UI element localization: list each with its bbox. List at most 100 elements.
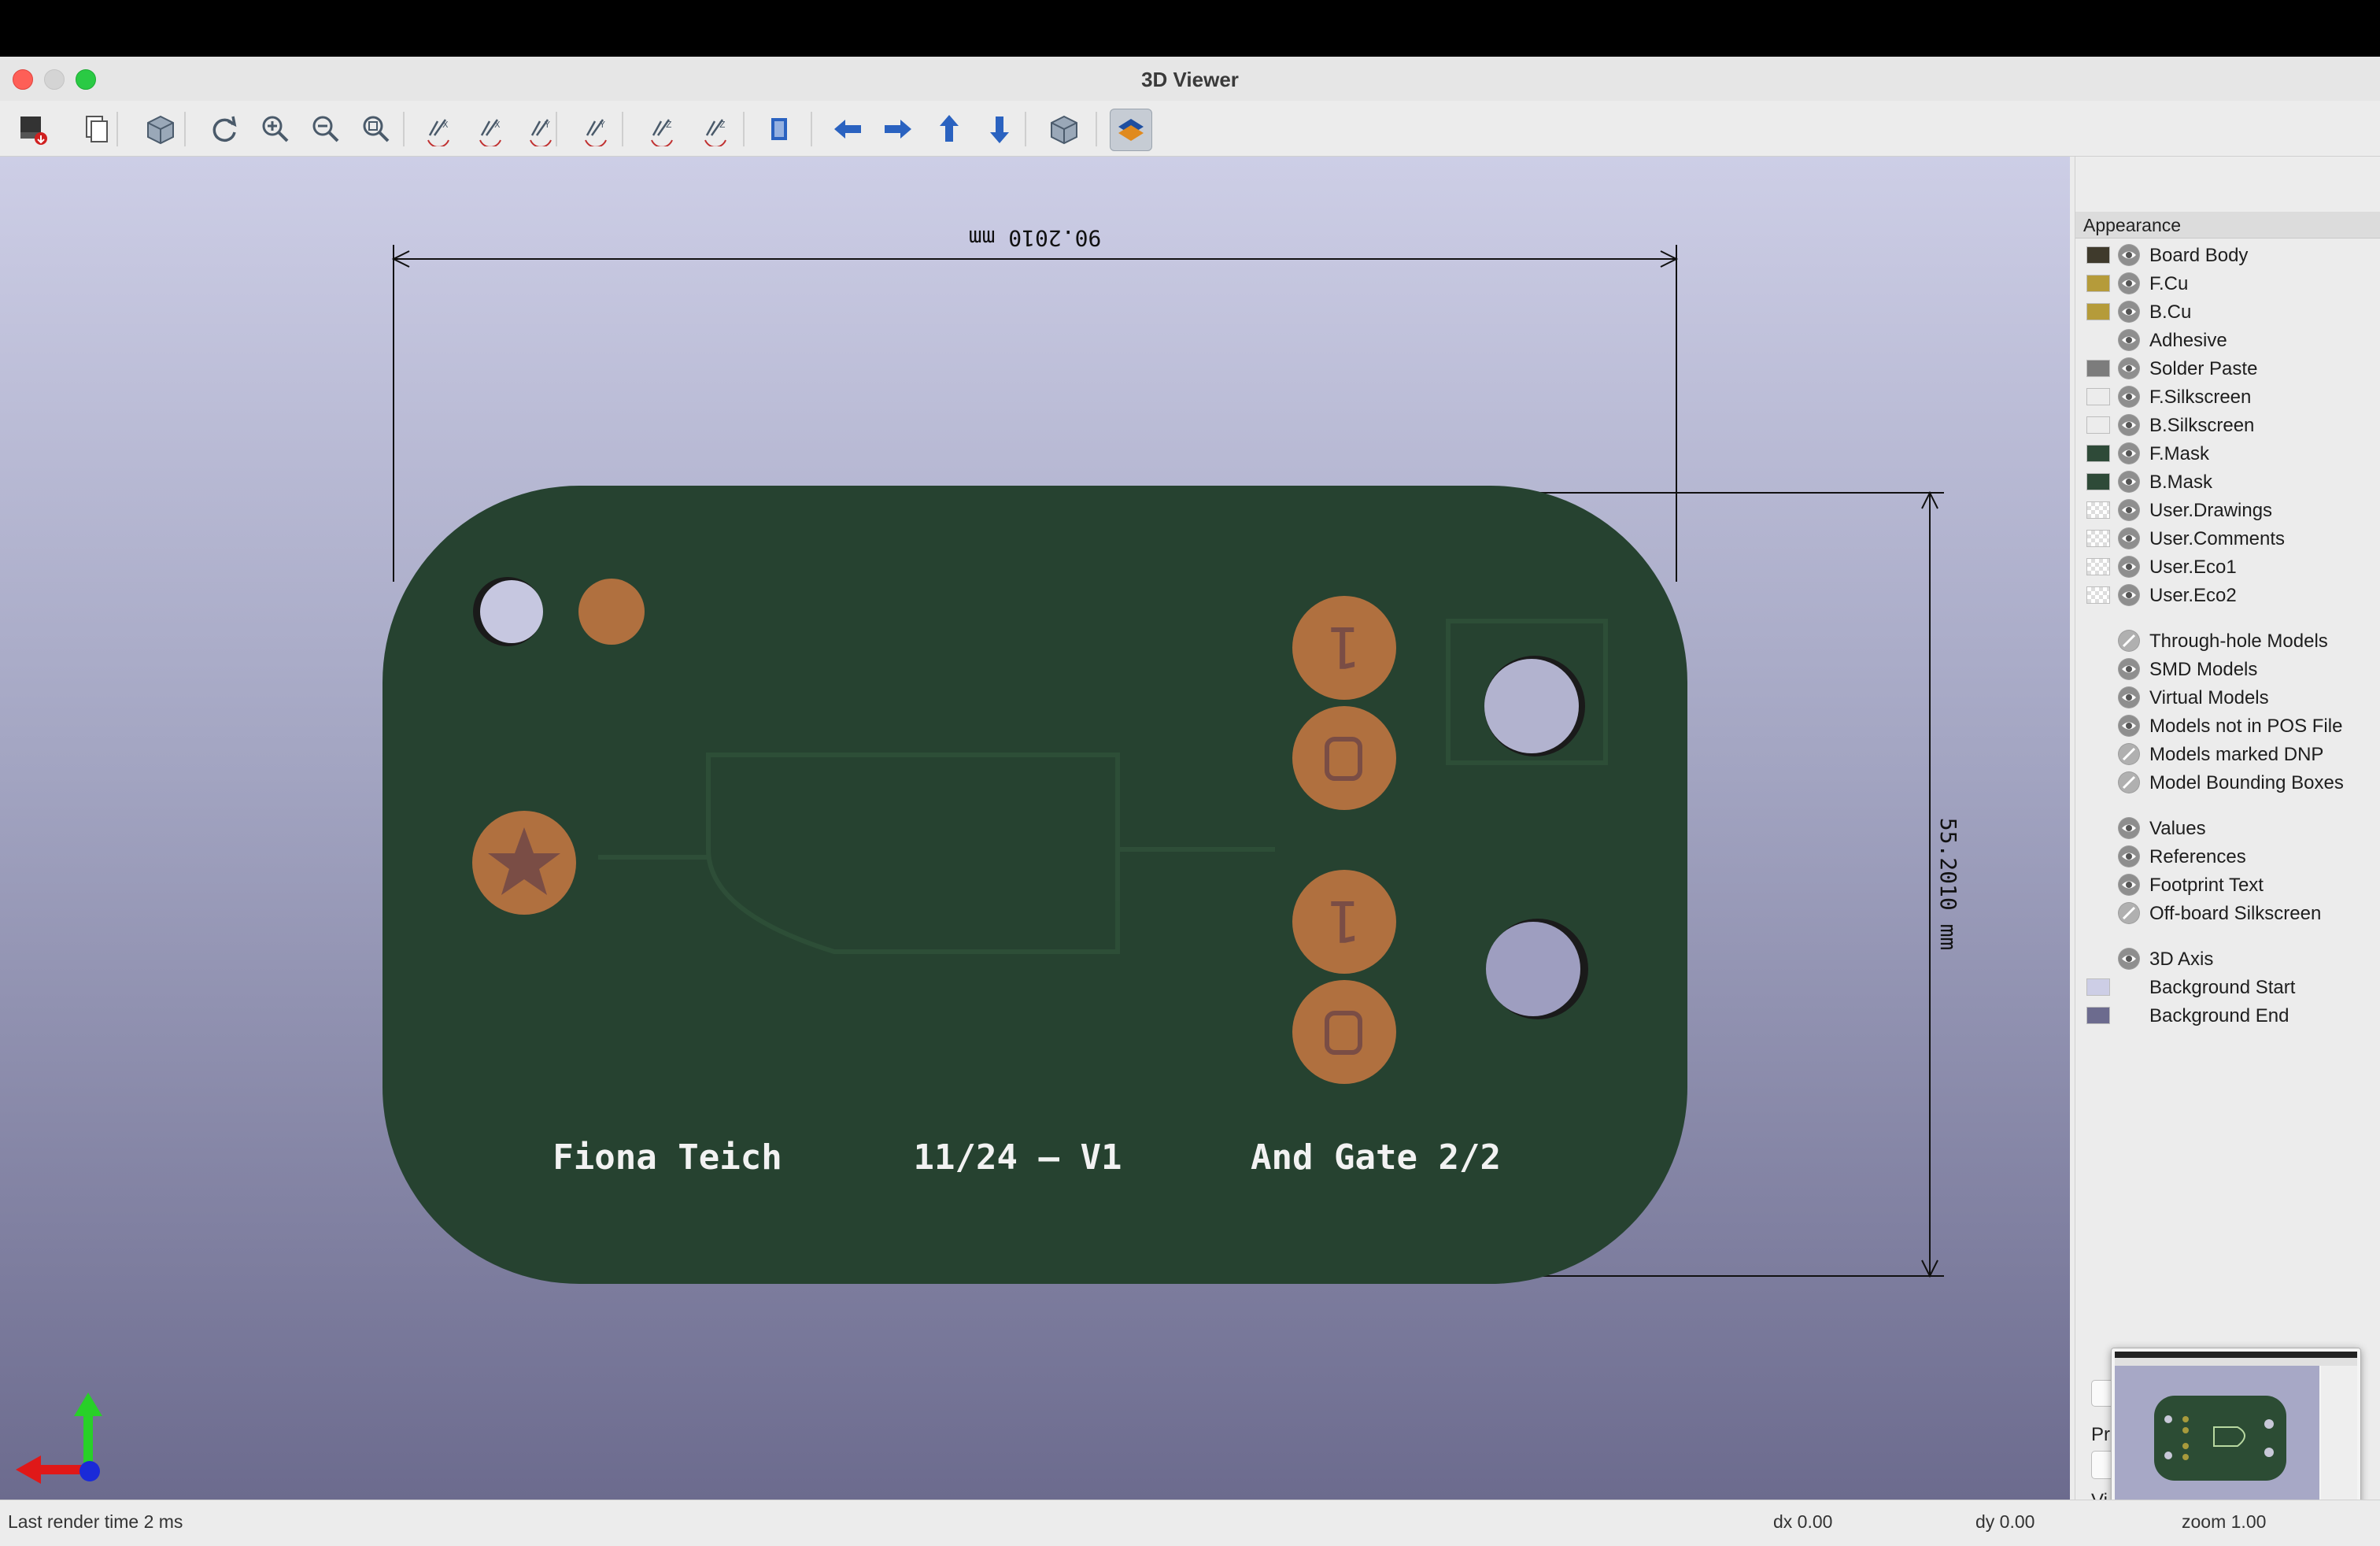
- appearance-row[interactable]: Adhesive: [2086, 327, 2378, 353]
- move-right-button[interactable]: [877, 109, 918, 150]
- view3d-button[interactable]: [140, 109, 181, 150]
- eye-icon[interactable]: [2118, 686, 2140, 708]
- color-swatch[interactable]: [2086, 388, 2110, 405]
- eye-icon[interactable]: [2118, 874, 2140, 896]
- appearance-row[interactable]: Model Bounding Boxes: [2086, 769, 2378, 796]
- screenshot-thumbnail[interactable]: [2111, 1348, 2361, 1515]
- ortho-button[interactable]: [1044, 109, 1085, 150]
- appearance-row[interactable]: B.Silkscreen: [2086, 412, 2378, 438]
- rotate-x-ccw-button[interactable]: X: [471, 109, 512, 150]
- zoom-fit-button[interactable]: [356, 109, 397, 150]
- appearance-row[interactable]: B.Mask: [2086, 468, 2378, 495]
- appearance-row[interactable]: F.Silkscreen: [2086, 383, 2378, 410]
- appearance-row[interactable]: Models marked DNP: [2086, 741, 2378, 767]
- color-swatch[interactable]: [2086, 246, 2110, 264]
- appearance-row[interactable]: Virtual Models: [2086, 684, 2378, 711]
- eye-icon[interactable]: [2118, 442, 2140, 464]
- eye-icon[interactable]: [2118, 584, 2140, 606]
- eye-icon[interactable]: [2118, 499, 2140, 521]
- appearance-row[interactable]: User.Drawings: [2086, 497, 2378, 523]
- move-up-button[interactable]: [929, 109, 970, 150]
- hidden-icon[interactable]: [2118, 630, 2140, 652]
- rotate-z-ccw-icon: Z: [704, 119, 726, 146]
- height-dimension-label: 55.2010 mm: [1935, 818, 1961, 951]
- reload-button[interactable]: [203, 109, 244, 150]
- copy-button[interactable]: [76, 109, 116, 150]
- pad[interactable]: [1292, 980, 1396, 1084]
- eye-icon[interactable]: [2118, 272, 2140, 294]
- 3d-viewport[interactable]: 90.2010 mm 55.2010 mm 1 1 Fiona Teich 11…: [0, 157, 2070, 1500]
- eye-icon[interactable]: [2118, 471, 2140, 493]
- color-swatch[interactable]: [2086, 558, 2110, 575]
- toolbar-separator: [743, 112, 745, 146]
- color-swatch[interactable]: [2086, 360, 2110, 377]
- color-swatch[interactable]: [2086, 501, 2110, 519]
- zoom-out-button[interactable]: [305, 109, 346, 150]
- pad[interactable]: [578, 579, 645, 645]
- layers-button[interactable]: [1110, 109, 1152, 151]
- appearance-row[interactable]: Board Body: [2086, 242, 2378, 268]
- color-swatch[interactable]: [2086, 1007, 2110, 1024]
- color-swatch[interactable]: [2086, 978, 2110, 996]
- rotate-z-cw-icon: Z: [651, 119, 673, 146]
- appearance-label: Through-hole Models: [2149, 631, 2328, 652]
- eye-icon[interactable]: [2118, 845, 2140, 867]
- appearance-row[interactable]: Footprint Text: [2086, 871, 2378, 898]
- appearance-row[interactable]: F.Mask: [2086, 440, 2378, 467]
- export-button[interactable]: [13, 109, 54, 150]
- eye-icon[interactable]: [2118, 386, 2140, 408]
- appearance-row[interactable]: User.Eco2: [2086, 582, 2378, 608]
- board-render[interactable]: 90.2010 mm 55.2010 mm 1 1 Fiona Teich 11…: [0, 157, 2070, 1500]
- zoom-in-button[interactable]: [255, 109, 296, 150]
- hidden-icon[interactable]: [2118, 743, 2140, 765]
- toolbar-separator: [1096, 112, 1097, 146]
- appearance-row[interactable]: References: [2086, 843, 2378, 870]
- appearance-row[interactable]: F.Cu: [2086, 270, 2378, 297]
- eye-icon[interactable]: [2118, 556, 2140, 578]
- appearance-row[interactable]: Off-board Silkscreen: [2086, 900, 2378, 926]
- eye-icon[interactable]: [2118, 817, 2140, 839]
- color-swatch[interactable]: [2086, 416, 2110, 434]
- appearance-row[interactable]: 3D Axis: [2086, 945, 2378, 972]
- appearance-row[interactable]: Background End: [2086, 1002, 2378, 1029]
- appearance-row[interactable]: User.Comments: [2086, 525, 2378, 552]
- pad[interactable]: [1292, 706, 1396, 810]
- color-swatch[interactable]: [2086, 303, 2110, 320]
- move-down-button[interactable]: [979, 109, 1020, 150]
- color-swatch[interactable]: [2086, 530, 2110, 547]
- eye-icon[interactable]: [2118, 329, 2140, 351]
- eye-icon[interactable]: [2118, 357, 2140, 379]
- appearance-label: User.Drawings: [2149, 500, 2273, 521]
- eye-icon[interactable]: [2118, 301, 2140, 323]
- appearance-row[interactable]: Background Start: [2086, 974, 2378, 1000]
- move-left-button[interactable]: [828, 109, 869, 150]
- rotate-y-ccw-button[interactable]: Y: [576, 109, 617, 150]
- rotate-x-cw-button[interactable]: X: [419, 109, 460, 150]
- color-swatch[interactable]: [2086, 586, 2110, 604]
- appearance-row[interactable]: B.Cu: [2086, 298, 2378, 325]
- appearance-label: Solder Paste: [2149, 358, 2258, 379]
- color-swatch[interactable]: [2086, 275, 2110, 292]
- flip-board-button[interactable]: [760, 109, 801, 150]
- appearance-row[interactable]: SMD Models: [2086, 656, 2378, 682]
- eye-icon[interactable]: [2118, 414, 2140, 436]
- appearance-row[interactable]: Through-hole Models: [2086, 627, 2378, 654]
- appearance-row[interactable]: Models not in POS File: [2086, 712, 2378, 739]
- rotate-z-cw-button[interactable]: Z: [642, 109, 683, 150]
- eye-icon[interactable]: [2118, 244, 2140, 266]
- color-swatch[interactable]: [2086, 473, 2110, 490]
- appearance-row[interactable]: User.Eco1: [2086, 553, 2378, 580]
- hidden-icon[interactable]: [2118, 771, 2140, 793]
- hidden-icon[interactable]: [2118, 902, 2140, 924]
- eye-icon[interactable]: [2118, 715, 2140, 737]
- eye-icon[interactable]: [2118, 658, 2140, 680]
- appearance-row[interactable]: Solder Paste: [2086, 355, 2378, 382]
- appearance-row[interactable]: Values: [2086, 815, 2378, 841]
- eye-icon[interactable]: [2118, 527, 2140, 549]
- rotate-z-ccw-button[interactable]: Z: [696, 109, 737, 150]
- zoom-out-icon: [312, 116, 339, 142]
- appearance-label: Footprint Text: [2149, 875, 2264, 896]
- svg-text:Z: Z: [719, 120, 726, 130]
- eye-icon[interactable]: [2118, 948, 2140, 970]
- color-swatch[interactable]: [2086, 445, 2110, 462]
